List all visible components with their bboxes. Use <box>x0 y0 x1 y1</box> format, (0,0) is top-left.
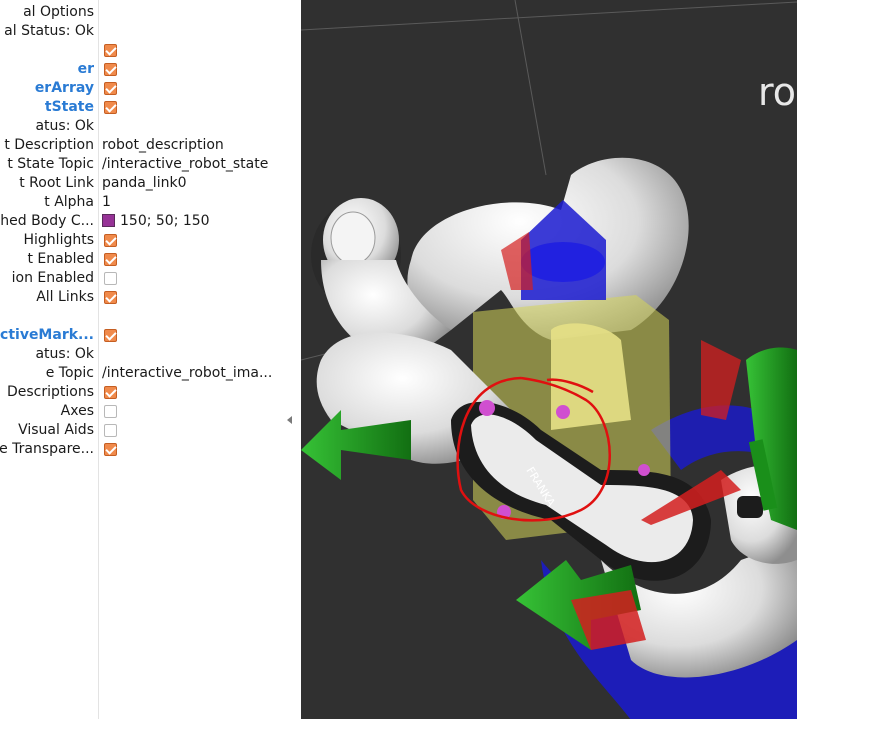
property-row[interactable]: t State Topic/interactive_robot_state <box>0 155 279 174</box>
property-color-value[interactable]: 150; 50; 150 <box>102 212 210 231</box>
property-checkbox[interactable] <box>104 101 117 114</box>
property-name: atus: Ok <box>35 118 94 134</box>
overlay-label: ro <box>758 70 797 114</box>
property-row[interactable]: atus: Ok <box>0 117 279 136</box>
property-row[interactable]: al Options <box>0 3 279 22</box>
property-row[interactable]: Axes <box>0 402 279 421</box>
property-row[interactable]: t Root Link panda_link0 <box>0 174 279 193</box>
property-name: Highlights <box>23 232 95 248</box>
property-value[interactable]: /interactive_robot_ima... <box>102 364 272 383</box>
property-row[interactable] <box>0 41 279 60</box>
properties-panel: al Options al Status: Ok er erArray tState at… <box>0 0 280 719</box>
property-name: activeMark... <box>0 327 94 343</box>
property-value[interactable]: panda_link0 <box>102 174 186 193</box>
property-name: Visual Aids <box>18 422 94 438</box>
property-name: t Alpha <box>44 194 94 210</box>
property-name: All Links <box>36 289 94 305</box>
property-value[interactable]: /interactive_robot_state <box>102 155 268 174</box>
property-name: erArray <box>34 80 94 96</box>
property-checkbox[interactable] <box>104 234 117 247</box>
property-name: Axes <box>60 403 94 419</box>
property-row[interactable]: t Description robot_description <box>0 136 279 155</box>
3d-viewport[interactable]: FRANKA ro <box>301 0 797 719</box>
color-value-text: 150; 50; 150 <box>120 213 210 229</box>
property-checkbox[interactable] <box>104 443 117 456</box>
property-checkbox[interactable] <box>104 291 117 304</box>
property-row[interactable]: Highlights <box>0 231 279 250</box>
collapse-arrow-icon[interactable] <box>287 416 292 424</box>
property-name: t Root Link <box>19 175 94 191</box>
property-checkbox[interactable] <box>104 63 117 76</box>
panel-splitter[interactable] <box>279 0 301 719</box>
property-name: er <box>77 61 94 77</box>
property-name: t State Topic <box>7 156 94 172</box>
property-row[interactable]: er <box>0 60 279 79</box>
property-row[interactable]: atus: Ok <box>0 345 279 364</box>
property-row[interactable]: All Links <box>0 288 279 307</box>
property-row[interactable]: activeMark... <box>0 326 279 345</box>
property-name: t Description <box>4 137 94 153</box>
property-row[interactable]: al Status: Ok <box>0 22 279 41</box>
property-checkbox[interactable] <box>104 386 117 399</box>
property-name: e Transpare... <box>0 441 94 457</box>
property-row[interactable] <box>0 307 279 326</box>
bottom-margin <box>0 719 871 729</box>
property-row[interactable]: ion Enabled <box>0 269 279 288</box>
property-row[interactable]: Visual Aids <box>0 421 279 440</box>
property-checkbox[interactable] <box>104 253 117 266</box>
property-row[interactable]: erArray <box>0 79 279 98</box>
property-row[interactable]: hed Body C... 150; 50; 150 <box>0 212 279 231</box>
property-name: atus: Ok <box>35 346 94 362</box>
property-checkbox[interactable] <box>104 424 117 437</box>
robot-scene: FRANKA <box>301 0 797 719</box>
property-row[interactable]: Descriptions <box>0 383 279 402</box>
property-value[interactable]: 1 <box>102 193 111 212</box>
property-checkbox[interactable] <box>104 405 117 418</box>
property-row[interactable]: t Enabled <box>0 250 279 269</box>
property-checkbox[interactable] <box>104 44 117 57</box>
property-checkbox[interactable] <box>104 272 117 285</box>
property-checkbox[interactable] <box>104 82 117 95</box>
property-name: al Options <box>23 4 94 20</box>
property-name: tState <box>44 99 94 115</box>
property-name: al Status: Ok <box>4 23 94 39</box>
property-row[interactable]: e Topic/interactive_robot_ima... <box>0 364 279 383</box>
property-name: t Enabled <box>27 251 94 267</box>
property-row[interactable]: t Alpha 1 <box>0 193 279 212</box>
property-name: ion Enabled <box>11 270 94 286</box>
property-checkbox[interactable] <box>104 329 117 342</box>
property-row[interactable]: e Transpare... <box>0 440 279 459</box>
property-row[interactable]: tState <box>0 98 279 117</box>
property-value[interactable]: robot_description <box>102 136 224 155</box>
color-swatch-icon <box>102 214 115 227</box>
property-name: e Topic <box>45 365 94 381</box>
property-name: Descriptions <box>6 384 94 400</box>
property-name: hed Body C... <box>0 213 94 229</box>
